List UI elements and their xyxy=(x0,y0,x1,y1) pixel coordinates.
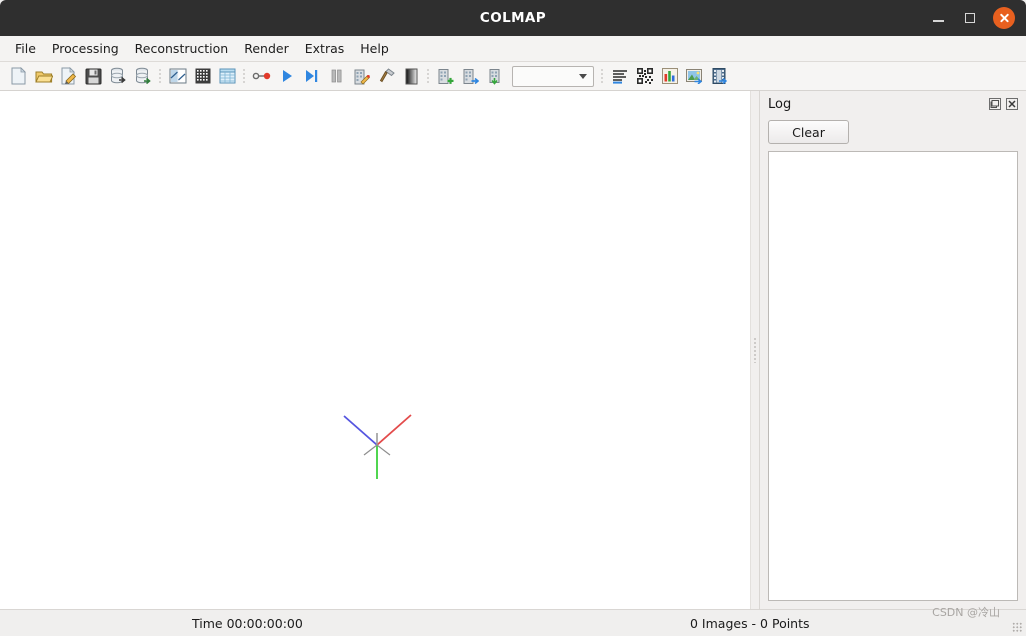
grab-image-button[interactable] xyxy=(682,64,707,88)
folder-open-icon xyxy=(35,68,53,84)
open-project-button[interactable] xyxy=(31,64,56,88)
log-dock-header: Log xyxy=(768,91,1018,117)
model-add-button[interactable] xyxy=(433,64,458,88)
toolbar-separator xyxy=(240,66,249,86)
minimize-button[interactable] xyxy=(929,9,947,27)
viewport-log-splitter[interactable] xyxy=(750,91,760,609)
pause-icon xyxy=(330,68,343,84)
splitter-grip xyxy=(754,337,756,363)
toolbar-separator xyxy=(598,66,607,86)
save-project-button[interactable] xyxy=(81,64,106,88)
close-button[interactable] xyxy=(993,7,1015,29)
menu-item-extras[interactable]: Extras xyxy=(297,38,353,59)
model-remove-button[interactable] xyxy=(483,64,508,88)
import-model-button[interactable] xyxy=(106,64,131,88)
new-project-icon xyxy=(10,67,27,85)
log-dock-actions xyxy=(988,98,1018,111)
grab-image-icon xyxy=(686,69,703,84)
new-project-button[interactable] xyxy=(6,64,31,88)
clear-log-button[interactable]: Clear xyxy=(768,120,849,144)
edit-project-button[interactable] xyxy=(56,64,81,88)
log-float-button[interactable] xyxy=(988,98,1001,111)
database-management-button[interactable] xyxy=(215,64,240,88)
grab-movie-icon xyxy=(712,68,727,84)
bar-chart-icon xyxy=(662,68,678,84)
maximize-icon xyxy=(965,13,975,23)
database-table-icon xyxy=(219,68,236,84)
feature-extraction-button[interactable] xyxy=(165,64,190,88)
menu-bar: File Processing Reconstruction Render Ex… xyxy=(0,36,1026,62)
coordinate-axes-gizmo xyxy=(336,403,422,483)
render-options-button[interactable] xyxy=(399,64,424,88)
menu-item-render[interactable]: Render xyxy=(236,38,297,59)
toolbar-separator xyxy=(156,66,165,86)
pause-reconstruction-button[interactable] xyxy=(324,64,349,88)
bundle-adjustment-button[interactable] xyxy=(349,64,374,88)
model-select-combo[interactable] xyxy=(512,66,594,87)
edit-document-icon xyxy=(60,67,77,85)
automatic-reconstruction-button[interactable] xyxy=(249,64,274,88)
resize-grip[interactable] xyxy=(1012,622,1023,633)
status-bar: Time 00:00:00:00 0 Images - 0 Points CSD… xyxy=(0,609,1026,636)
status-stats-label: 0 Images - 0 Points xyxy=(690,616,810,631)
start-reconstruction-button[interactable] xyxy=(274,64,299,88)
step-reconstruction-button[interactable] xyxy=(299,64,324,88)
building-next-icon xyxy=(462,68,479,85)
feature-extraction-icon xyxy=(169,68,187,84)
log-text-area[interactable] xyxy=(768,151,1018,601)
toolbar-separator xyxy=(424,66,433,86)
log-clear-row: Clear xyxy=(768,117,1018,151)
database-import-icon xyxy=(110,67,127,85)
main-toolbar xyxy=(0,62,1026,91)
log-dock-title: Log xyxy=(768,97,791,112)
hammer-icon xyxy=(379,68,395,84)
minimize-icon xyxy=(933,20,944,22)
watermark-label: CSDN @冷山 xyxy=(932,604,1000,620)
status-time-label: Time 00:00:00:00 xyxy=(192,616,303,631)
model-next-button[interactable] xyxy=(458,64,483,88)
building-down-icon xyxy=(487,68,504,85)
menu-item-reconstruction[interactable]: Reconstruction xyxy=(127,38,237,59)
save-floppy-icon xyxy=(85,68,102,85)
axis-z xyxy=(344,416,377,445)
feature-matching-button[interactable] xyxy=(190,64,215,88)
show-log-button[interactable] xyxy=(607,64,632,88)
close-icon xyxy=(1006,98,1018,110)
export-model-button[interactable] xyxy=(131,64,156,88)
step-forward-icon xyxy=(304,68,319,84)
qr-matrix-icon xyxy=(637,68,653,84)
main-body: Log xyxy=(0,91,1026,609)
model-viewer-canvas[interactable] xyxy=(0,91,750,609)
title-bar: COLMAP xyxy=(0,0,1026,36)
building-edit-icon xyxy=(353,68,370,85)
gradient-block-icon xyxy=(405,68,418,85)
axis-x xyxy=(377,415,411,445)
database-export-icon xyxy=(135,67,152,85)
window-title: COLMAP xyxy=(0,10,1026,26)
log-dock-panel: Log xyxy=(760,91,1026,609)
play-icon xyxy=(280,68,294,84)
grab-movie-button[interactable] xyxy=(707,64,732,88)
match-matrix-button[interactable] xyxy=(632,64,657,88)
window-controls xyxy=(929,7,1026,29)
menu-item-processing[interactable]: Processing xyxy=(44,38,127,59)
menu-item-help[interactable]: Help xyxy=(352,38,397,59)
dense-reconstruction-button[interactable] xyxy=(374,64,399,88)
log-close-button[interactable] xyxy=(1005,98,1018,111)
maximize-button[interactable] xyxy=(961,9,979,27)
log-lines-icon xyxy=(612,69,628,84)
model-statistics-button[interactable] xyxy=(657,64,682,88)
menu-item-file[interactable]: File xyxy=(7,38,44,59)
chevron-down-icon xyxy=(579,74,587,79)
match-grid-icon xyxy=(195,68,211,84)
building-add-icon xyxy=(437,68,454,85)
auto-reconstruct-icon xyxy=(252,70,272,82)
colmap-main-window: COLMAP File Processing Reconstruction Re… xyxy=(0,0,1026,636)
float-window-icon xyxy=(989,98,1001,110)
